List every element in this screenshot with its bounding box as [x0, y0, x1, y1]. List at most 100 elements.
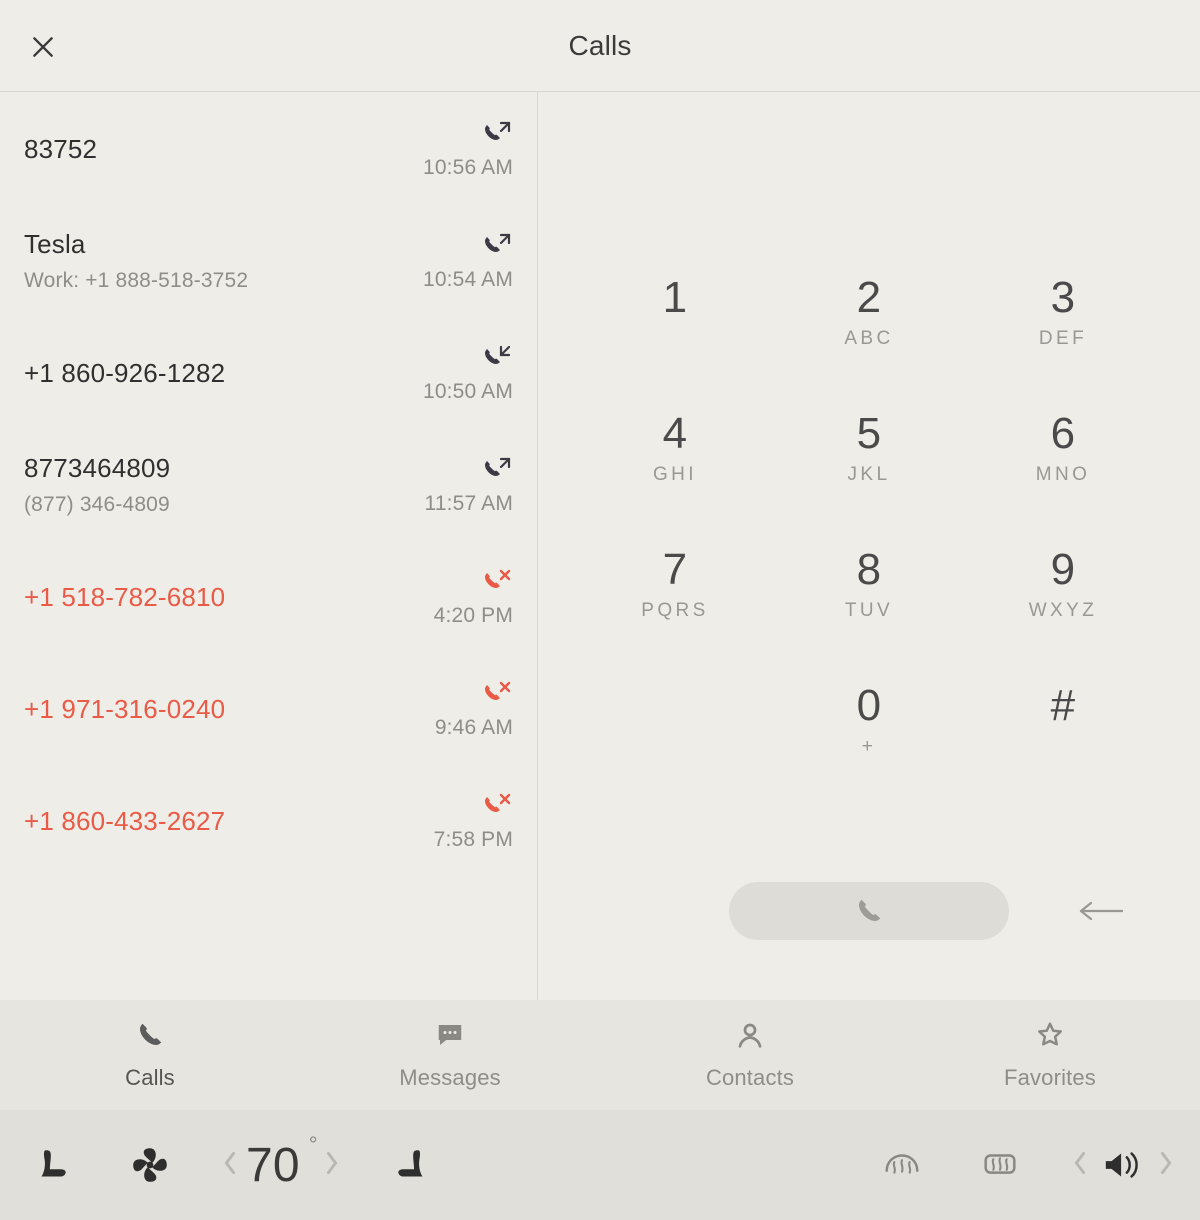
- call-row[interactable]: +1 518-782-6810 4:20 PM: [0, 546, 537, 658]
- defrost-rear-button[interactable]: [974, 1141, 1026, 1189]
- dialpad-key-blank: [580, 684, 770, 758]
- dialpad-digit: 1: [663, 276, 688, 320]
- call-subtitle: (877) 346-4809: [24, 493, 170, 517]
- star-icon: [1034, 1020, 1066, 1055]
- call-name: +1 860-433-2627: [24, 808, 225, 835]
- seat-left-button[interactable]: [26, 1141, 78, 1189]
- dialpad-letters: PQRS: [641, 600, 709, 622]
- close-button[interactable]: [26, 30, 60, 64]
- dialpad-digit: 6: [1051, 412, 1076, 456]
- chevron-left-icon: [1072, 1151, 1088, 1175]
- call-row[interactable]: 8773464809 (877) 346-4809 11:57 AM: [0, 434, 537, 546]
- volume-up-button[interactable]: [1158, 1151, 1174, 1180]
- header-bar: Calls: [0, 0, 1200, 92]
- dialpad-digit: 7: [663, 548, 688, 592]
- defrost-front-button[interactable]: [876, 1141, 928, 1189]
- defrost-rear-icon: [979, 1144, 1021, 1186]
- backspace-button[interactable]: [1070, 891, 1130, 931]
- seat-icon: [391, 1144, 433, 1186]
- call-name: +1 971-316-0240: [24, 696, 225, 723]
- main-area: 83752 10:56 AM Tesla Work: +1 888-518-37…: [0, 92, 1200, 1000]
- volume-down-button[interactable]: [1072, 1151, 1088, 1180]
- call-time: 10:50 AM: [423, 380, 513, 404]
- volume-control[interactable]: [1072, 1141, 1174, 1189]
- dialpad-letters: TUV: [845, 600, 893, 622]
- missed-call-icon: [479, 792, 513, 818]
- dialpad-key-hash[interactable]: #: [968, 684, 1158, 758]
- dialpad-key-5[interactable]: 5 JKL: [774, 412, 964, 486]
- call-time: 11:57 AM: [425, 492, 513, 516]
- call-history-list[interactable]: 83752 10:56 AM Tesla Work: +1 888-518-37…: [0, 92, 538, 1000]
- dialpad-digit: 9: [1051, 548, 1076, 592]
- message-icon: [434, 1020, 466, 1055]
- tab-calls[interactable]: Calls: [125, 1020, 175, 1091]
- dialpad-digit: 2: [857, 276, 882, 320]
- tab-label: Calls: [125, 1065, 175, 1091]
- call-name: Tesla: [24, 231, 248, 258]
- phone-icon: [854, 896, 884, 926]
- tab-contacts[interactable]: Contacts: [706, 1020, 794, 1091]
- dialpad-digit: 5: [857, 412, 882, 456]
- call-name: 83752: [24, 136, 97, 163]
- temperature-control[interactable]: 70: [222, 1138, 340, 1193]
- phone-icon: [134, 1020, 166, 1055]
- page-title: Calls: [568, 30, 631, 62]
- call-row[interactable]: +1 860-926-1282 10:50 AM: [0, 322, 537, 434]
- missed-call-icon: [479, 568, 513, 594]
- tab-label: Contacts: [706, 1065, 794, 1091]
- dialpad-digit: #: [1051, 684, 1076, 728]
- outgoing-call-icon: [479, 232, 513, 258]
- fan-icon: [129, 1144, 171, 1186]
- call-name: 8773464809: [24, 455, 170, 482]
- outgoing-call-icon: [479, 120, 513, 146]
- temp-down-button[interactable]: [222, 1151, 238, 1180]
- close-icon: [30, 34, 56, 60]
- temperature-value: 70: [246, 1138, 316, 1193]
- dialpad-letters: DEF: [1039, 328, 1087, 350]
- missed-call-icon: [479, 680, 513, 706]
- dial-call-button[interactable]: [729, 882, 1009, 940]
- call-time: 10:56 AM: [423, 156, 513, 180]
- dialpad-letters: GHI: [653, 464, 697, 486]
- call-name: +1 860-926-1282: [24, 360, 225, 387]
- dialpad-key-9[interactable]: 9 WXYZ: [968, 548, 1158, 622]
- tab-label: Messages: [399, 1065, 501, 1091]
- call-row[interactable]: +1 971-316-0240 9:46 AM: [0, 658, 537, 770]
- incoming-call-icon: [479, 344, 513, 370]
- dialpad-digit: 3: [1051, 276, 1076, 320]
- dialpad-key-4[interactable]: 4 GHI: [580, 412, 770, 486]
- tab-messages[interactable]: Messages: [399, 1020, 501, 1091]
- contacts-icon: [734, 1020, 766, 1055]
- dialpad-key-0[interactable]: 0 +: [774, 684, 964, 758]
- call-time: 9:46 AM: [435, 716, 513, 740]
- chevron-left-icon: [222, 1151, 238, 1175]
- phone-app-tabs: Calls Messages Contacts Favorites: [0, 1000, 1200, 1110]
- call-subtitle: Work: +1 888-518-3752: [24, 269, 248, 293]
- dialpad-key-1[interactable]: 1: [580, 276, 770, 350]
- call-row[interactable]: Tesla Work: +1 888-518-3752 10:54 AM: [0, 210, 537, 322]
- dialpad-key-2[interactable]: 2 ABC: [774, 276, 964, 350]
- dialpad-key-6[interactable]: 6 MNO: [968, 412, 1158, 486]
- dialpad-key-3[interactable]: 3 DEF: [968, 276, 1158, 350]
- call-time: 10:54 AM: [423, 268, 513, 292]
- dialpad-key-8[interactable]: 8 TUV: [774, 548, 964, 622]
- tab-label: Favorites: [1004, 1065, 1096, 1091]
- seat-icon: [31, 1144, 73, 1186]
- call-row[interactable]: +1 860-433-2627 7:58 PM: [0, 770, 537, 882]
- dialpad-letters: WXYZ: [1029, 600, 1098, 622]
- dialpad-key-7[interactable]: 7 PQRS: [580, 548, 770, 622]
- temp-up-button[interactable]: [324, 1151, 340, 1180]
- dialpad-letters: JKL: [848, 464, 891, 486]
- chevron-right-icon: [1158, 1151, 1174, 1175]
- dialpad-pane: 1 2 ABC 3 DEF 4 GHI 5 JKL 6 MNO 7 PQRS 8…: [538, 92, 1200, 1000]
- fan-button[interactable]: [124, 1141, 176, 1189]
- call-row[interactable]: 83752 10:56 AM: [0, 98, 537, 210]
- chevron-right-icon: [324, 1151, 340, 1175]
- defrost-front-icon: [881, 1144, 923, 1186]
- vehicle-dock: 70: [0, 1110, 1200, 1220]
- tab-favorites[interactable]: Favorites: [1004, 1020, 1096, 1091]
- speaker-icon: [1102, 1144, 1144, 1186]
- volume-indicator: [1102, 1141, 1144, 1189]
- seat-right-button[interactable]: [386, 1141, 438, 1189]
- call-time: 7:58 PM: [434, 828, 513, 852]
